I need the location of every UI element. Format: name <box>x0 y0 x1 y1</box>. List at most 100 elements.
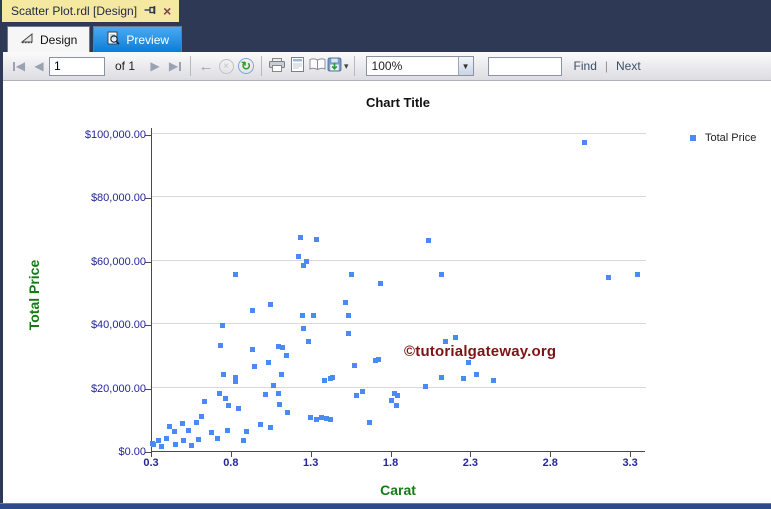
stop-button[interactable]: × <box>216 55 236 77</box>
gridline <box>152 323 646 325</box>
data-point <box>232 374 238 380</box>
data-point <box>235 406 241 412</box>
data-point <box>393 402 399 408</box>
data-point <box>262 392 268 398</box>
back-button[interactable]: ← <box>196 55 216 77</box>
data-point <box>189 443 195 449</box>
file-tab[interactable]: Scatter Plot.rdl [Design] × <box>2 0 180 22</box>
data-point <box>266 360 272 366</box>
data-point <box>392 390 398 396</box>
data-point <box>163 436 169 442</box>
plot-area <box>149 128 646 452</box>
data-point <box>171 429 177 435</box>
page-count-label: of 1 <box>115 59 136 73</box>
y-axis-tick <box>145 135 152 136</box>
y-axis-tick <box>145 198 152 200</box>
tab-preview-label: Preview <box>126 32 170 47</box>
zoom-dropdown-caret-icon[interactable]: ▼ <box>457 57 473 75</box>
find-link[interactable]: Find <box>574 59 597 73</box>
stop-icon: × <box>218 58 234 74</box>
close-icon[interactable]: × <box>163 4 171 18</box>
data-point <box>155 438 161 444</box>
data-point <box>222 395 228 401</box>
print-button[interactable] <box>267 55 287 77</box>
data-point <box>329 374 335 380</box>
data-point <box>376 356 382 362</box>
printer-icon <box>269 57 286 75</box>
gridline <box>152 259 646 261</box>
data-point <box>250 347 256 353</box>
data-point <box>232 379 238 385</box>
design-icon <box>20 32 34 47</box>
data-point <box>307 414 313 420</box>
page-number-input[interactable] <box>49 56 105 76</box>
data-point <box>218 342 224 348</box>
first-page-bar-icon <box>12 61 15 71</box>
tab-design[interactable]: Design <box>7 26 91 52</box>
title-bar: Scatter Plot.rdl [Design] × <box>0 0 771 22</box>
data-point <box>360 388 366 394</box>
data-point <box>173 442 179 448</box>
data-point <box>219 322 225 328</box>
data-point <box>313 237 319 243</box>
data-point <box>606 275 612 281</box>
next-page-button[interactable]: ▶ <box>145 55 165 77</box>
data-point <box>465 360 471 366</box>
preview-icon <box>106 31 120 48</box>
print-layout-button[interactable] <box>287 55 307 77</box>
x-axis-tick-label: 1.3 <box>303 457 319 469</box>
find-next-separator: | <box>604 59 609 73</box>
data-point <box>243 429 249 435</box>
refresh-button[interactable]: ↻ <box>236 55 256 77</box>
legend-label: Total Price <box>705 132 757 144</box>
export-button[interactable]: ▾ <box>327 55 349 77</box>
last-page-button[interactable]: ▶ <box>165 55 185 77</box>
data-point <box>425 238 431 244</box>
refresh-icon: ↻ <box>238 58 255 74</box>
watermark-text: ©tutorialgateway.org <box>404 343 557 360</box>
data-point <box>296 253 302 259</box>
data-point <box>298 235 304 241</box>
tab-preview[interactable]: Preview <box>93 26 183 52</box>
toolbar-separator <box>353 56 355 76</box>
y-axis-tick-label: $40,000.00 <box>90 319 146 332</box>
previous-page-button[interactable]: ◀ <box>29 55 49 77</box>
data-point <box>267 425 273 431</box>
data-point <box>216 390 222 396</box>
zoom-value: 100% <box>371 59 403 73</box>
report-preview-area: Chart Title Total Price Total Price $0.0… <box>3 81 771 503</box>
back-arrow-icon: ← <box>198 57 214 75</box>
y-axis-tick-label: $20,000.00 <box>90 382 146 395</box>
page-setup-button[interactable] <box>307 55 327 77</box>
data-point <box>299 313 305 319</box>
data-point <box>345 330 351 336</box>
data-point <box>473 372 479 378</box>
last-page-bar-icon <box>179 61 182 71</box>
find-input[interactable] <box>487 56 562 76</box>
gridline <box>152 133 646 134</box>
gridline <box>152 386 646 388</box>
find-next-link[interactable]: Next <box>616 59 641 73</box>
data-point <box>301 325 307 331</box>
data-point <box>377 280 383 286</box>
data-point <box>353 393 359 399</box>
data-point <box>342 300 348 306</box>
data-point <box>194 419 200 425</box>
data-point <box>352 362 358 368</box>
legend-marker-icon <box>690 135 696 141</box>
data-point <box>422 384 428 390</box>
zoom-select[interactable]: 100% ▼ <box>365 56 474 76</box>
first-page-button[interactable]: ◀ <box>9 55 29 77</box>
y-axis-tick-label: $0.00 <box>118 446 146 458</box>
data-point <box>310 313 316 319</box>
data-point <box>460 375 466 381</box>
data-point <box>199 413 204 419</box>
data-point <box>634 271 640 277</box>
export-dropdown-caret-icon: ▾ <box>344 60 349 71</box>
x-axis-tick-label: 2.3 <box>462 457 479 469</box>
data-point <box>278 372 284 378</box>
y-axis-tick <box>145 388 152 390</box>
data-point <box>195 437 201 443</box>
data-point <box>301 263 307 269</box>
pin-icon[interactable] <box>144 4 156 18</box>
